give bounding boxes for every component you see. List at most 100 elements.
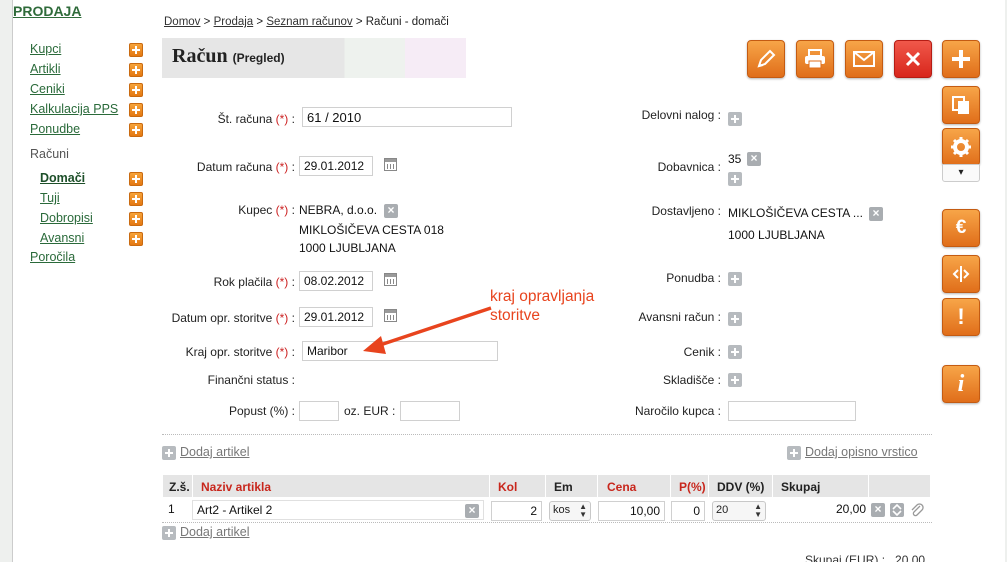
delivery-note-value: 35 [728, 152, 742, 166]
sidebar-item-dobropisi[interactable]: Dobropisi [40, 211, 93, 225]
discount-field[interactable]: 0 [671, 501, 705, 521]
add-ponudbe-icon[interactable] [129, 123, 143, 137]
print-button[interactable] [796, 40, 834, 78]
price-list-label: Cenik : [683, 345, 721, 359]
annotation-arrow [363, 306, 492, 354]
add-tuji-icon[interactable] [129, 192, 143, 206]
customer-city: 1000 LJUBLJANA [299, 241, 396, 255]
delete-row-icon[interactable]: × [871, 503, 885, 517]
delivered-to-line1: MIKLOŠIČEVA CESTA ... [728, 206, 863, 220]
edit-button[interactable] [747, 40, 785, 78]
delivery-note-label: Dobavnica : [657, 160, 721, 174]
sidebar-title[interactable]: PRODAJA [13, 3, 81, 19]
breadcrumb-home[interactable]: Domov [164, 16, 200, 28]
copy-button[interactable] [942, 86, 980, 124]
divider [162, 522, 932, 523]
remove-delivered-to-icon[interactable]: × [869, 207, 883, 221]
split-icon [952, 266, 970, 282]
add-item-link-bottom[interactable]: Dodaj artikel [180, 525, 249, 539]
info-button[interactable]: i [942, 365, 980, 403]
warning-button[interactable]: ! [942, 298, 980, 336]
calendar-icon[interactable] [384, 273, 397, 286]
settings-dropdown[interactable]: ▾ [942, 164, 980, 182]
close-icon [905, 51, 921, 67]
breadcrumb: Domov > Prodaja > Seznam računov > Račun… [164, 16, 449, 28]
items-table-header: Z.š. Naziv artikla Kol Em Cena P(%) DDV … [163, 475, 930, 497]
breadcrumb-prodaja[interactable]: Prodaja [214, 16, 254, 28]
add-avansni-icon[interactable] [129, 232, 143, 246]
add-kalkulacija-icon[interactable] [129, 103, 143, 117]
col-discount: P(%) [679, 480, 706, 494]
invoice-date-field[interactable]: 29.01.2012 [299, 156, 373, 176]
add-advance-invoice-icon[interactable] [728, 312, 742, 326]
add-offer-icon[interactable] [728, 272, 742, 286]
advance-invoice-label: Avansni račun : [638, 310, 722, 324]
sidebar-item-ponudbe[interactable]: Ponudbe [30, 122, 80, 136]
reorder-icon[interactable] [890, 503, 904, 517]
delivered-to-label: Dostavljeno : [651, 204, 721, 218]
add-item-icon-bottom[interactable] [162, 526, 176, 540]
mail-icon [853, 51, 875, 67]
add-price-list-icon[interactable] [728, 345, 742, 359]
customer-order-field[interactable] [728, 401, 856, 421]
sidebar-section-racuni: Računi [30, 147, 69, 161]
add-desc-row-icon[interactable] [787, 446, 801, 460]
add-work-order-icon[interactable] [728, 112, 742, 126]
invoice-no-field[interactable]: 61 / 2010 [302, 107, 512, 127]
add-item-link[interactable]: Dodaj artikel [180, 445, 249, 459]
calendar-icon[interactable] [384, 158, 397, 171]
add-ceniki-icon[interactable] [129, 83, 143, 97]
email-button[interactable] [845, 40, 883, 78]
sidebar-item-porocila[interactable]: Poročila [30, 250, 75, 264]
sidebar-item-avansni[interactable]: Avansni [40, 231, 84, 245]
discount-eur-label: oz. EUR : [344, 404, 396, 418]
currency-button[interactable]: € [942, 209, 980, 247]
col-unit: Em [554, 480, 573, 494]
service-date-label: Datum opr. storitve (*) : [171, 311, 295, 325]
add-desc-row-link[interactable]: Dodaj opisno vrstico [805, 445, 918, 459]
customer-street: MIKLOŠIČEVA CESTA 018 [299, 223, 444, 237]
breadcrumb-invoice-list[interactable]: Seznam računov [266, 16, 352, 28]
settings-button[interactable] [942, 128, 980, 166]
col-name: Naziv artikla [201, 480, 272, 494]
col-total: Skupaj [781, 480, 821, 494]
sidebar-item-domaci[interactable]: Domači [40, 171, 85, 185]
item-name-field[interactable]: Art2 - Artikel 2 [192, 500, 484, 520]
remove-customer-icon[interactable]: × [384, 204, 398, 218]
customer-order-label: Naročilo kupca : [634, 404, 721, 418]
customer-name: NEBRA, d.o.o. [299, 203, 378, 217]
attachment-icon[interactable] [910, 502, 924, 518]
warehouse-label: Skladišče : [662, 373, 721, 387]
offer-label: Ponudba : [666, 271, 721, 285]
add-artikli-icon[interactable] [129, 63, 143, 77]
delete-button[interactable] [894, 40, 932, 78]
work-order-label: Delovni nalog : [641, 108, 721, 122]
breadcrumb-current: Računi - domači [365, 16, 449, 28]
unit-select[interactable]: kos ▲ ▼ [549, 501, 591, 521]
gear-icon [951, 137, 971, 157]
sidebar-item-kalkulacija[interactable]: Kalkulacija PPS [30, 102, 118, 116]
qty-field[interactable]: 2 [491, 501, 542, 521]
sidebar-item-tuji[interactable]: Tuji [40, 191, 60, 205]
split-button[interactable] [942, 255, 980, 293]
sidebar-item-artikli[interactable]: Artikli [30, 62, 61, 76]
add-dobropisi-icon[interactable] [129, 212, 143, 226]
discount-eur-field[interactable] [400, 401, 460, 421]
add-item-icon[interactable] [162, 446, 176, 460]
price-field[interactable]: 10,00 [598, 501, 665, 521]
add-kupci-icon[interactable] [129, 43, 143, 57]
sidebar-item-kupci[interactable]: Kupci [30, 42, 61, 56]
due-date-field[interactable]: 08.02.2012 [299, 271, 373, 291]
add-domaci-icon[interactable] [129, 172, 143, 186]
discount-percent-label: Popust (%) : [228, 404, 295, 418]
add-warehouse-icon[interactable] [728, 373, 742, 387]
discount-percent-field[interactable] [299, 401, 339, 421]
new-button[interactable] [942, 40, 980, 78]
sidebar-item-ceniki[interactable]: Ceniki [30, 82, 65, 96]
clear-item-icon[interactable]: × [465, 504, 479, 518]
remove-delivery-note-icon[interactable]: × [747, 152, 761, 166]
add-delivery-note-icon[interactable] [728, 172, 742, 186]
vat-select[interactable]: 20 ▲ ▼ [712, 501, 766, 521]
invoice-no-label: Št. računa (*) : [217, 112, 295, 126]
page-title: Račun (Pregled) [172, 45, 285, 67]
